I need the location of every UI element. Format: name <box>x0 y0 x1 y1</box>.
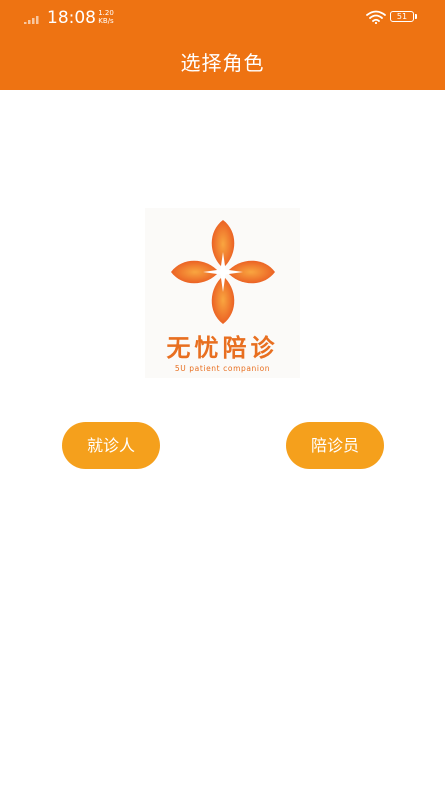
network-speed-unit: KB/s <box>98 17 114 25</box>
app-header: 18:08 1.20 KB/s 51 选择角色 <box>0 0 445 90</box>
page-title: 选择角色 <box>180 51 265 75</box>
wifi-icon <box>366 10 386 24</box>
status-time: 18:08 <box>47 8 96 28</box>
brand-tagline: 5U patient companion <box>174 364 271 373</box>
four-petal-logo-icon <box>171 220 275 324</box>
network-speed-value: 1.20 <box>98 9 114 17</box>
battery-tip <box>415 14 417 19</box>
battery-level: 51 <box>390 11 414 22</box>
battery-icon: 51 <box>390 11 418 23</box>
signal-icon <box>24 16 39 24</box>
brand-name: 无忧陪诊 <box>166 334 279 362</box>
app-logo: 无忧陪诊 5U patient companion <box>145 208 300 378</box>
patient-role-button[interactable]: 就诊人 <box>62 422 160 469</box>
status-bar: 18:08 1.20 KB/s 51 <box>0 0 445 36</box>
companion-role-button[interactable]: 陪诊员 <box>286 422 384 469</box>
network-speed: 1.20 KB/s <box>95 9 117 25</box>
